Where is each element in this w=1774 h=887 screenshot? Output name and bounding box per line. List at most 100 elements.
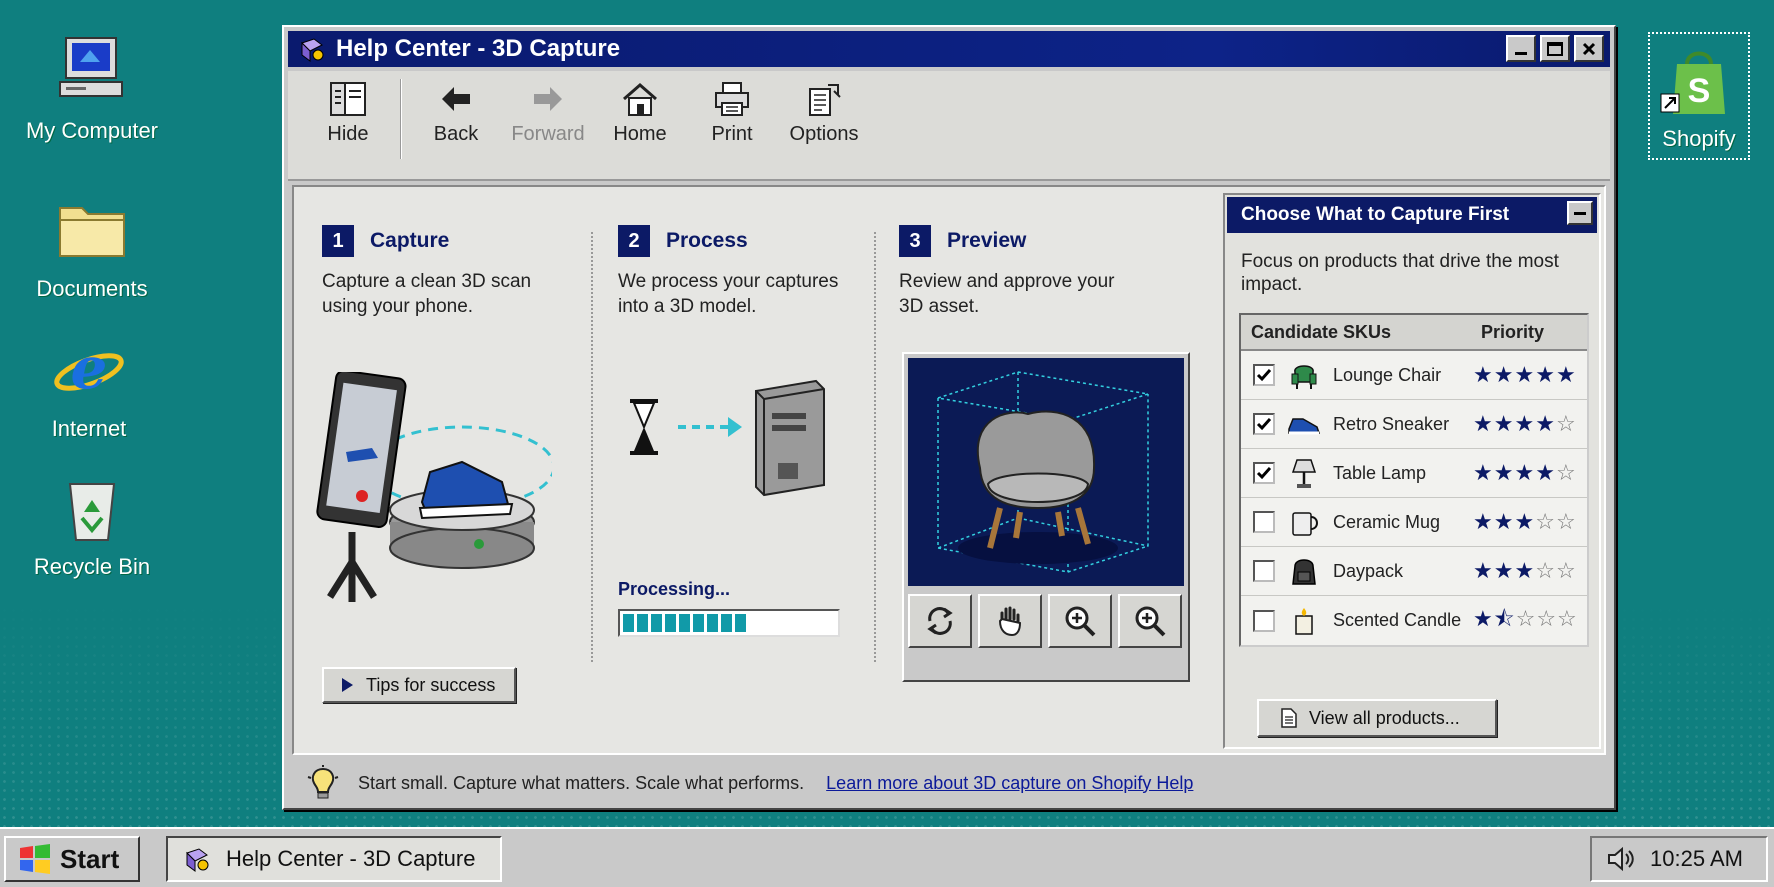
sku-row[interactable]: Table Lamp ★★★★☆: [1241, 449, 1587, 498]
forward-label: Forward: [511, 123, 585, 145]
start-button[interactable]: Start: [4, 836, 140, 882]
star-icon: ★: [1535, 460, 1556, 486]
sku-checkbox[interactable]: [1253, 511, 1275, 533]
sku-name: Retro Sneaker: [1333, 413, 1450, 434]
desktop-icon-my-computer[interactable]: My Computer: [17, 32, 167, 144]
progress-block: [665, 614, 676, 632]
step-preview: 3 Preview Review and approve your 3D ass…: [899, 225, 1139, 319]
recycle-bin-icon: [68, 483, 116, 541]
sku-table: Candidate SKUs Priority Lounge Chair ★★★★…: [1239, 313, 1589, 647]
minimize-icon: [1515, 51, 1527, 55]
star-icon: ★: [1493, 460, 1515, 486]
desktop-icon-recycle-bin[interactable]: Recycle Bin: [17, 468, 167, 580]
sku-checkbox[interactable]: [1253, 413, 1275, 435]
options-button[interactable]: Options: [778, 71, 870, 146]
process-illustration: [630, 379, 825, 497]
printer-icon: [715, 82, 749, 116]
print-label: Print: [711, 123, 753, 145]
step-description: We process your captures into a 3D model…: [618, 271, 839, 317]
sneaker-icon: [1288, 418, 1321, 435]
tips-label: Tips for success: [366, 674, 496, 695]
forward-button[interactable]: Forward: [502, 71, 594, 146]
star-icon: ⯪: [1493, 606, 1516, 632]
sku-checkbox[interactable]: [1253, 462, 1275, 484]
star-icon: ☆: [1555, 460, 1577, 486]
desktop-icon-documents[interactable]: Documents: [17, 190, 167, 302]
sku-row[interactable]: Lounge Chair ★★★★★: [1241, 351, 1587, 400]
step-divider: [874, 232, 876, 662]
start-label: Start: [60, 843, 120, 874]
sku-table-header: Candidate SKUs Priority: [1241, 315, 1587, 351]
back-button[interactable]: Back: [410, 71, 502, 146]
close-button[interactable]: [1574, 35, 1604, 62]
panel-collapse-button[interactable]: [1567, 201, 1593, 225]
progress-block: [651, 614, 662, 632]
zoom-in-button[interactable]: [1048, 594, 1112, 648]
sku-checkbox[interactable]: [1253, 609, 1275, 632]
minimize-button[interactable]: [1506, 35, 1536, 62]
help-link[interactable]: Learn more about 3D capture on Shopify H…: [826, 773, 1193, 794]
back-arrow-icon: [442, 87, 470, 111]
step-process: 2 Process We process your captures into …: [618, 225, 858, 319]
star-icon: ☆: [1535, 558, 1556, 584]
zoom-out-button[interactable]: [1118, 594, 1182, 648]
checkmark-icon: [1256, 467, 1272, 480]
star-icon: ☆: [1555, 509, 1577, 535]
desktop-icon-internet[interactable]: e Internet: [14, 330, 164, 442]
title-bar[interactable]: Help Center - 3D Capture: [288, 31, 1610, 67]
sku-row[interactable]: Scented Candle ★⯪☆☆☆: [1241, 596, 1587, 645]
pan-button[interactable]: [978, 594, 1042, 648]
candle-icon: [1295, 607, 1313, 635]
sku-row[interactable]: Ceramic Mug ★★★☆☆: [1241, 498, 1587, 547]
priority-rating: ★★★★☆: [1473, 461, 1577, 486]
star-icon: ☆: [1555, 558, 1577, 584]
print-button[interactable]: Print: [686, 71, 778, 146]
rotate-button[interactable]: [908, 594, 972, 648]
home-button[interactable]: Home: [594, 71, 686, 146]
desktop-icon-shopify[interactable]: S Shopify: [1648, 32, 1750, 160]
view-all-label: View all products...: [1309, 707, 1460, 728]
star-icon: ★: [1514, 460, 1536, 486]
sku-row[interactable]: Retro Sneaker ★★★★☆: [1241, 400, 1587, 449]
star-icon: ☆: [1536, 606, 1558, 632]
progress-block: [721, 614, 732, 632]
3d-viewport[interactable]: [908, 358, 1184, 586]
step-title: Preview: [947, 229, 1027, 252]
desktop-icon-label: Recycle Bin: [33, 554, 151, 579]
sku-checkbox[interactable]: [1253, 364, 1275, 386]
shopify-bag-icon: S: [1660, 51, 1725, 114]
sku-name: Daypack: [1333, 560, 1404, 581]
hide-button[interactable]: Hide: [302, 71, 394, 146]
desktop-icon-label: Documents: [36, 276, 148, 301]
processing-label: Processing...: [618, 579, 731, 599]
help-center-window: Help Center - 3D Capture Hide Back Forwa…: [282, 25, 1616, 810]
sku-name: Lounge Chair: [1333, 364, 1442, 385]
priority-rating: ★★★★☆: [1473, 412, 1577, 437]
tips-button[interactable]: Tips for success: [322, 667, 516, 703]
speaker-icon[interactable]: [1606, 845, 1636, 873]
taskbar-window-button[interactable]: Help Center - 3D Capture: [166, 836, 502, 882]
step-title: Capture: [370, 229, 450, 252]
priority-rating: ★★★☆☆: [1473, 510, 1577, 535]
clock[interactable]: 10:25 AM: [1650, 846, 1743, 872]
star-icon: ★: [1535, 362, 1556, 388]
priority-rating: ★★★★★: [1473, 363, 1577, 388]
svg-text:S: S: [1688, 72, 1711, 110]
home-icon: [623, 83, 657, 116]
star-icon: ★: [1473, 509, 1494, 535]
checkmark-icon: [1256, 418, 1272, 431]
view-all-products-button[interactable]: View all products...: [1257, 699, 1497, 737]
star-icon: ☆: [1515, 606, 1537, 632]
sku-row[interactable]: Daypack ★★★☆☆: [1241, 547, 1587, 596]
star-icon: ☆: [1535, 509, 1556, 535]
sku-checkbox[interactable]: [1253, 560, 1275, 582]
star-icon: ★: [1473, 362, 1494, 388]
toolbar-separator: [400, 79, 402, 159]
star-icon: ★: [1473, 606, 1494, 632]
progress-bar: [618, 609, 840, 637]
maximize-icon: [1547, 41, 1563, 56]
forward-arrow-icon: [534, 87, 562, 111]
mug-icon: [1292, 512, 1318, 536]
svg-text:e: e: [71, 334, 108, 402]
maximize-button[interactable]: [1540, 35, 1570, 62]
